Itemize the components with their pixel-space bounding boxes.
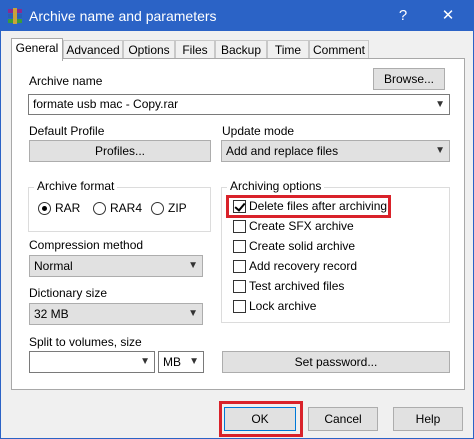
tab-backup[interactable]: Backup — [215, 40, 267, 60]
checkbox-create-sfx[interactable] — [233, 220, 246, 233]
chevron-down-icon: ▼ — [188, 260, 198, 271]
checkbox-create-solid[interactable] — [233, 240, 246, 253]
chevron-down-icon: ▼ — [189, 356, 199, 367]
radio-zip[interactable] — [151, 202, 164, 215]
dictionary-label: Dictionary size — [29, 286, 108, 300]
chevron-down-icon: ▼ — [140, 356, 150, 367]
archive-name-label: Archive name — [29, 74, 103, 88]
split-unit-combo[interactable]: MB ▼ — [158, 351, 204, 373]
dictionary-combo[interactable]: 32 MB ▼ — [29, 303, 203, 325]
radio-rar[interactable] — [38, 202, 51, 215]
help-icon[interactable]: ? — [387, 1, 419, 31]
set-password-button[interactable]: Set password... — [222, 351, 450, 373]
archive-name-value: formate usb mac - Copy.rar — [33, 97, 179, 111]
split-size-combo[interactable]: ▼ — [29, 351, 155, 373]
update-mode-value: Add and replace files — [226, 144, 339, 158]
help-button[interactable]: Help — [393, 407, 463, 431]
update-mode-label: Update mode — [222, 124, 295, 138]
profiles-button[interactable]: Profiles... — [29, 140, 211, 162]
radio-rar4-label[interactable]: RAR4 — [110, 201, 142, 215]
checkbox-recovery-record[interactable] — [233, 260, 246, 273]
split-unit-value: MB — [163, 355, 181, 369]
chevron-down-icon: ▼ — [435, 99, 445, 110]
general-panel: Archive name Browse... formate usb mac -… — [11, 58, 465, 390]
checkbox-create-solid-label[interactable]: Create solid archive — [249, 239, 355, 253]
tab-options[interactable]: Options — [123, 40, 175, 60]
checkbox-create-sfx-label[interactable]: Create SFX archive — [249, 219, 354, 233]
chevron-down-icon: ▼ — [435, 145, 445, 156]
highlight-delete-files — [226, 195, 391, 218]
checkbox-lock-archive[interactable] — [233, 300, 246, 313]
highlight-ok-button — [219, 401, 303, 437]
archive-name-combo[interactable]: formate usb mac - Copy.rar ▼ — [28, 94, 450, 115]
archiving-options-label: Archiving options — [227, 179, 325, 193]
browse-button[interactable]: Browse... — [373, 68, 445, 90]
dictionary-value: 32 MB — [34, 307, 69, 321]
tab-files[interactable]: Files — [175, 40, 215, 60]
checkbox-recovery-record-label[interactable]: Add recovery record — [249, 259, 357, 273]
tab-general[interactable]: General — [11, 38, 63, 61]
split-label: Split to volumes, size — [29, 335, 142, 349]
radio-rar-label[interactable]: RAR — [55, 201, 80, 215]
compression-label: Compression method — [29, 238, 144, 252]
close-icon[interactable]: ✕ — [425, 1, 471, 31]
winrar-icon — [8, 8, 22, 24]
default-profile-label: Default Profile — [29, 124, 105, 138]
cancel-button[interactable]: Cancel — [308, 407, 378, 431]
update-mode-combo[interactable]: Add and replace files ▼ — [221, 140, 450, 162]
checkbox-test-archived-label[interactable]: Test archived files — [249, 279, 344, 293]
archive-format-label: Archive format — [34, 179, 118, 193]
radio-rar4[interactable] — [93, 202, 106, 215]
compression-value: Normal — [34, 259, 73, 273]
title-bar[interactable]: Archive name and parameters ? ✕ — [1, 1, 473, 31]
tab-comment[interactable]: Comment — [309, 40, 369, 60]
window-title: Archive name and parameters — [29, 8, 217, 24]
compression-combo[interactable]: Normal ▼ — [29, 255, 203, 277]
checkbox-lock-archive-label[interactable]: Lock archive — [249, 299, 316, 313]
radio-zip-label[interactable]: ZIP — [168, 201, 187, 215]
chevron-down-icon: ▼ — [188, 308, 198, 319]
checkbox-test-archived[interactable] — [233, 280, 246, 293]
tab-advanced[interactable]: Advanced — [63, 40, 123, 60]
tab-time[interactable]: Time — [267, 40, 309, 60]
archive-dialog: Archive name and parameters ? ✕ General … — [0, 0, 474, 439]
